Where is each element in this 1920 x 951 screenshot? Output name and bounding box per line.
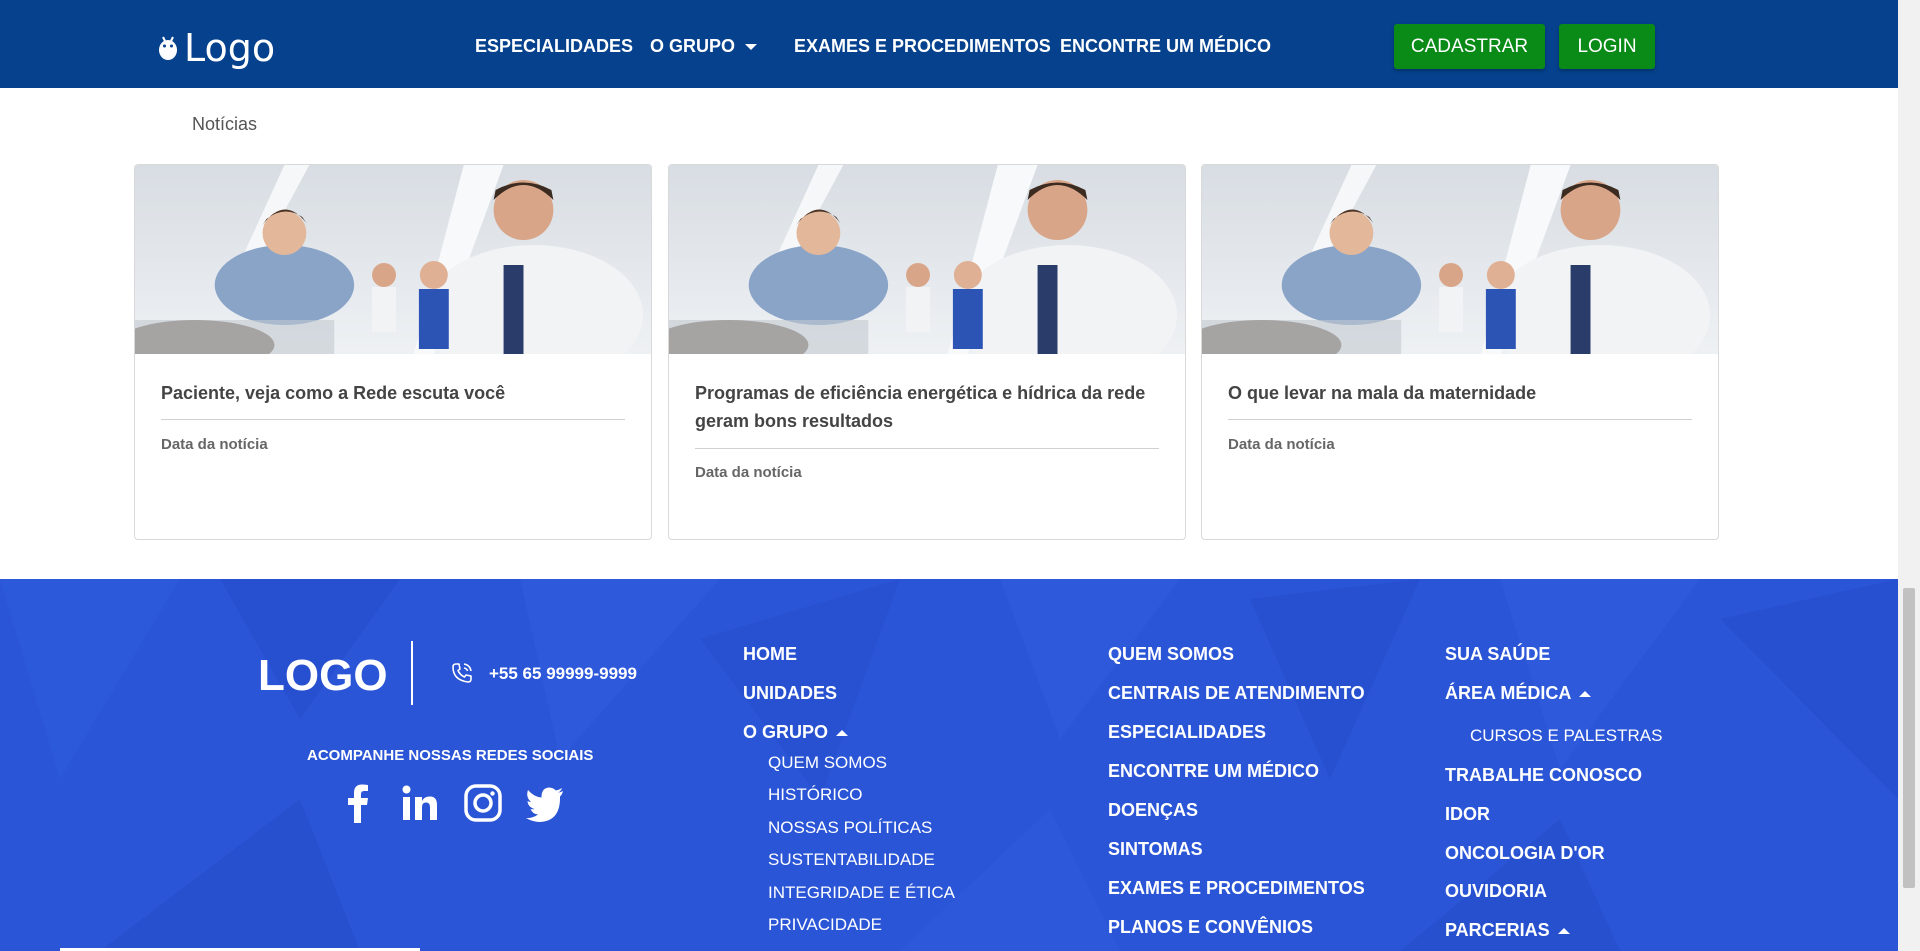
footer-link-label: O GRUPO bbox=[743, 722, 829, 742]
news-image bbox=[1202, 165, 1718, 354]
footer-sublink[interactable]: PRIVACIDADE bbox=[768, 915, 882, 935]
footer-link[interactable]: EXAMES E PROCEDIMENTOS bbox=[1108, 878, 1365, 899]
instagram-icon[interactable] bbox=[463, 783, 503, 823]
footer-link-o-grupo[interactable]: O GRUPO bbox=[743, 722, 849, 743]
footer-link[interactable]: QUEM SOMOS bbox=[1108, 644, 1234, 665]
news-title[interactable]: Paciente, veja como a Rede escuta você bbox=[161, 379, 631, 407]
footer-link[interactable]: HOME bbox=[743, 644, 797, 665]
footer-link-label: PARCERIAS bbox=[1445, 920, 1550, 940]
chevron-up-icon bbox=[836, 730, 849, 737]
breadcrumb[interactable]: Notícias bbox=[192, 114, 257, 135]
news-title[interactable]: Programas de eficiência energética e híd… bbox=[695, 379, 1165, 435]
news-date: Data da notícia bbox=[161, 436, 268, 453]
nav-especialidades[interactable]: ESPECIALIDADES bbox=[475, 36, 633, 57]
footer-link[interactable]: ESPECIALIDADES bbox=[1108, 722, 1266, 743]
footer-link[interactable]: SINTOMAS bbox=[1108, 839, 1203, 860]
footer-link[interactable]: UNIDADES bbox=[743, 683, 837, 704]
header-logo[interactable]: Logo bbox=[158, 26, 275, 70]
footer-link[interactable]: SUA SAÚDE bbox=[1445, 644, 1550, 665]
news-card[interactable]: Paciente, veja como a Rede escuta você D… bbox=[134, 164, 652, 540]
footer-sublink[interactable]: HISTÓRICO bbox=[768, 785, 862, 805]
footer-sublink[interactable]: QUEM SOMOS bbox=[768, 753, 887, 773]
footer-link[interactable]: DOENÇAS bbox=[1108, 800, 1198, 821]
footer-sublink[interactable]: INTEGRIDADE E ÉTICA bbox=[768, 883, 955, 903]
twitter-icon[interactable] bbox=[525, 783, 565, 823]
news-date: Data da notícia bbox=[1228, 436, 1335, 453]
vertical-scrollbar[interactable] bbox=[1898, 0, 1920, 951]
footer-link[interactable]: OUVIDORIA bbox=[1445, 881, 1547, 902]
news-date: Data da notícia bbox=[695, 464, 802, 481]
footer-sublink[interactable]: CURSOS E PALESTRAS bbox=[1470, 726, 1662, 746]
phone-icon bbox=[452, 663, 472, 683]
phone-number[interactable]: +55 65 99999-9999 bbox=[489, 664, 637, 684]
chevron-up-icon bbox=[1579, 691, 1592, 698]
footer-link[interactable]: PLANOS E CONVÊNIOS bbox=[1108, 917, 1313, 938]
news-card[interactable]: O que levar na mala da maternidade Data … bbox=[1201, 164, 1719, 540]
logo-text: Logo bbox=[184, 26, 276, 70]
divider bbox=[1228, 419, 1692, 420]
nav-exames[interactable]: EXAMES E PROCEDIMENTOS bbox=[794, 36, 1051, 57]
footer-link[interactable]: ENCONTRE UM MÉDICO bbox=[1108, 761, 1319, 782]
social-title: ACOMPANHE NOSSAS REDES SOCIAIS bbox=[307, 747, 594, 764]
divider bbox=[161, 419, 625, 420]
linkedin-icon[interactable] bbox=[400, 783, 440, 823]
register-button[interactable]: CADASTRAR bbox=[1394, 24, 1545, 69]
news-image bbox=[135, 165, 651, 354]
chevron-down-icon bbox=[745, 44, 758, 51]
news-title[interactable]: O que levar na mala da maternidade bbox=[1228, 379, 1698, 407]
android-icon bbox=[159, 36, 177, 60]
nav-encontre-medico[interactable]: ENCONTRE UM MÉDICO bbox=[1060, 36, 1271, 57]
facebook-icon[interactable] bbox=[338, 783, 378, 823]
footer: LOGO +55 65 99999-9999 ACOMPANHE NOSSAS … bbox=[0, 579, 1898, 951]
footer-link[interactable]: ONCOLOGIA D'OR bbox=[1445, 843, 1605, 864]
news-card[interactable]: Programas de eficiência energética e híd… bbox=[668, 164, 1186, 540]
divider bbox=[695, 448, 1159, 449]
chevron-up-icon bbox=[1557, 928, 1570, 935]
footer-sublink[interactable]: NOSSAS POLÍTICAS bbox=[768, 818, 932, 838]
nav-o-grupo[interactable]: O GRUPO bbox=[650, 36, 758, 57]
footer-sublink[interactable]: SUSTENTABILIDADE bbox=[768, 850, 935, 870]
footer-link[interactable]: IDOR bbox=[1445, 804, 1490, 825]
footer-link-parcerias[interactable]: PARCERIAS bbox=[1445, 920, 1570, 941]
news-image bbox=[669, 165, 1185, 354]
scrollbar-thumb[interactable] bbox=[1903, 588, 1915, 888]
login-button[interactable]: LOGIN bbox=[1559, 24, 1655, 69]
footer-logo[interactable]: LOGO bbox=[258, 651, 388, 701]
footer-link-label: ÁREA MÉDICA bbox=[1445, 683, 1572, 703]
footer-link[interactable]: CENTRAIS DE ATENDIMENTO bbox=[1108, 683, 1365, 704]
divider bbox=[411, 641, 413, 705]
top-header: Logo ESPECIALIDADES O GRUPO EXAMES E PRO… bbox=[0, 0, 1898, 88]
nav-o-grupo-label: O GRUPO bbox=[650, 36, 736, 56]
footer-link-area-medica[interactable]: ÁREA MÉDICA bbox=[1445, 683, 1592, 704]
footer-link[interactable]: TRABALHE CONOSCO bbox=[1445, 765, 1642, 786]
